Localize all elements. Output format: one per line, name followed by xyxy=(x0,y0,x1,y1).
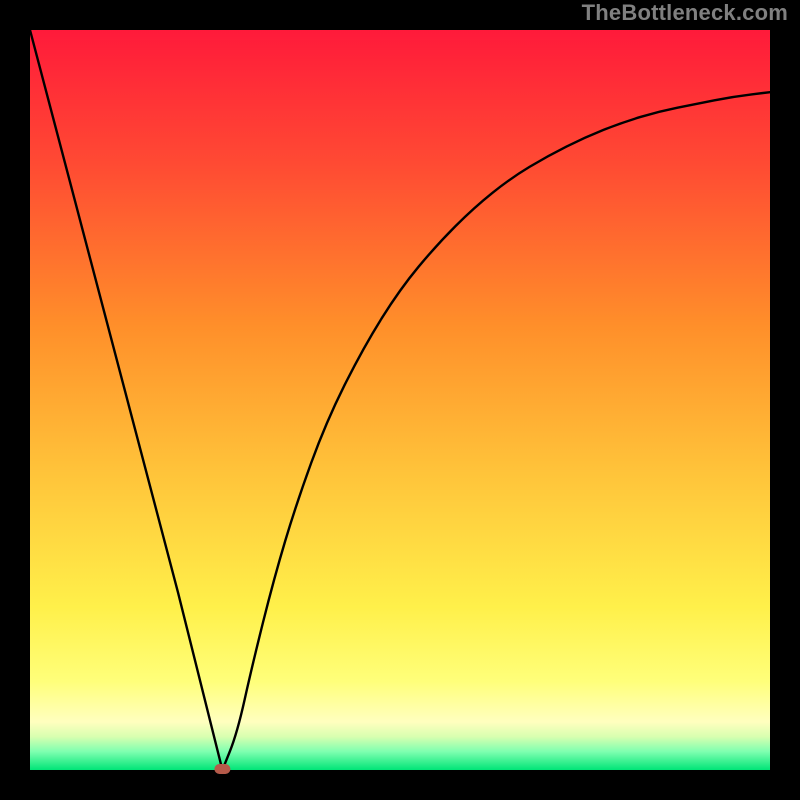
plot-area xyxy=(30,30,770,770)
bottleneck-chart xyxy=(0,0,800,800)
chart-stage: TheBottleneck.com xyxy=(0,0,800,800)
watermark-text: TheBottleneck.com xyxy=(582,0,788,26)
optimal-point-marker xyxy=(214,764,230,774)
